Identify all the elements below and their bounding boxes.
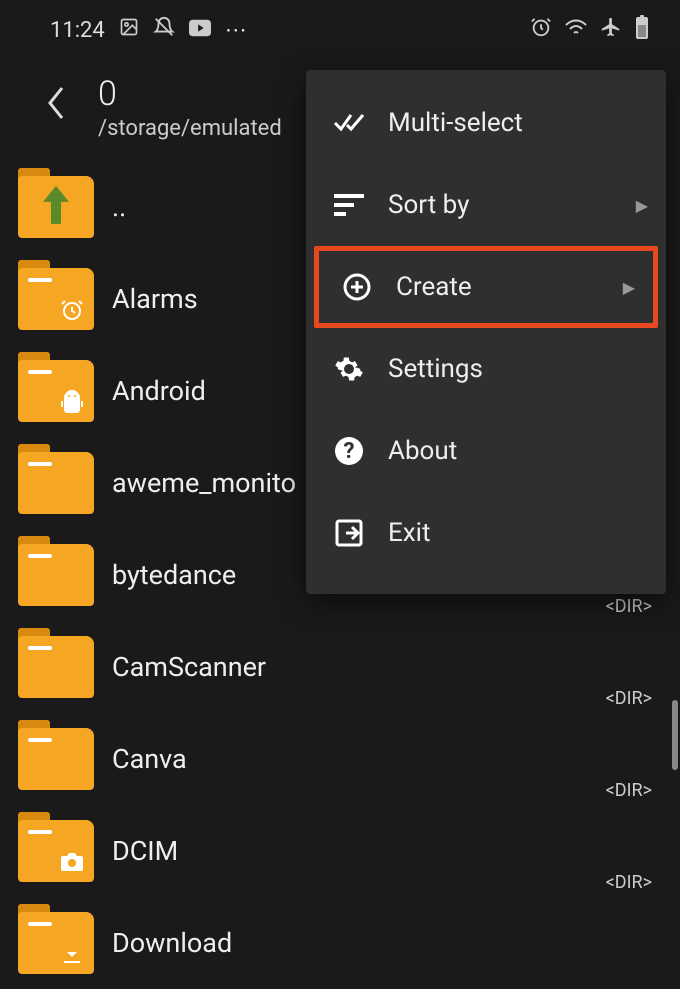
folder-icon — [18, 544, 94, 606]
file-name: bytedance — [112, 559, 236, 591]
sort-icon — [332, 188, 366, 222]
battery-icon — [634, 15, 650, 45]
menu-settings[interactable]: Settings — [306, 328, 666, 410]
back-button[interactable] — [44, 84, 66, 132]
menu-sort-by[interactable]: Sort by ▶ — [306, 164, 666, 246]
svg-text:?: ? — [344, 439, 355, 464]
file-name: DCIM — [112, 835, 178, 867]
exit-icon — [332, 516, 366, 550]
status-bar: 11:24 ⋯ — [0, 0, 680, 60]
multi-select-icon — [332, 106, 366, 140]
chevron-right-icon: ▶ — [623, 278, 635, 297]
folder-icon — [18, 268, 94, 330]
file-name: Download — [112, 927, 232, 959]
question-icon: ? — [332, 434, 366, 468]
alarm-icon — [530, 16, 552, 44]
gallery-icon — [119, 17, 139, 43]
clock-icon — [58, 296, 86, 324]
android-icon — [58, 388, 86, 416]
dir-tag: <DIR> — [606, 780, 652, 801]
menu-create[interactable]: Create ▶ — [314, 246, 658, 328]
scrollbar[interactable] — [672, 700, 678, 770]
menu-label: Create — [396, 272, 472, 302]
gear-icon — [332, 352, 366, 386]
dir-tag: <DIR> — [606, 872, 652, 893]
download-icon — [58, 940, 86, 968]
file-name: .. — [112, 191, 126, 223]
folder-icon — [18, 728, 94, 790]
path-title: 0 — [98, 74, 282, 114]
file-name: Alarms — [112, 283, 198, 315]
camera-icon — [58, 848, 86, 876]
chevron-right-icon: ▶ — [636, 196, 648, 215]
menu-label: Sort by — [388, 190, 469, 220]
file-name: Canva — [112, 743, 187, 775]
folder-icon — [18, 636, 94, 698]
file-name: Android — [112, 375, 206, 407]
menu-label: Multi-select — [388, 108, 523, 138]
dir-tag: <DIR> — [606, 596, 652, 617]
menu-label: Exit — [388, 518, 431, 548]
context-menu: Multi-select Sort by ▶ Create ▶ Settings… — [306, 70, 666, 594]
file-name: CamScanner — [112, 651, 266, 683]
wifi-icon — [564, 17, 588, 43]
status-time: 11:24 — [50, 18, 105, 43]
file-row-download[interactable]: Download — [18, 897, 662, 989]
folder-icon — [18, 360, 94, 422]
folder-icon — [18, 452, 94, 514]
dir-tag: <DIR> — [606, 688, 652, 709]
file-name: aweme_monito — [112, 467, 296, 499]
path-subtitle: /storage/emulated — [98, 116, 282, 141]
file-row-dcim[interactable]: DCIM <DIR> — [18, 805, 662, 897]
status-dots: ⋯ — [225, 18, 249, 43]
folder-icon — [18, 820, 94, 882]
menu-multi-select[interactable]: Multi-select — [306, 82, 666, 164]
plus-circle-icon — [340, 270, 374, 304]
mute-icon — [153, 16, 175, 44]
menu-about[interactable]: ? About — [306, 410, 666, 492]
folder-icon — [18, 912, 94, 974]
folder-up-icon — [18, 176, 94, 238]
airplane-icon — [600, 16, 622, 44]
youtube-icon — [189, 18, 211, 43]
menu-exit[interactable]: Exit — [306, 492, 666, 574]
file-row-camscanner[interactable]: CamScanner <DIR> — [18, 621, 662, 713]
menu-label: Settings — [388, 354, 483, 384]
file-row-canva[interactable]: Canva <DIR> — [18, 713, 662, 805]
menu-label: About — [388, 436, 457, 466]
